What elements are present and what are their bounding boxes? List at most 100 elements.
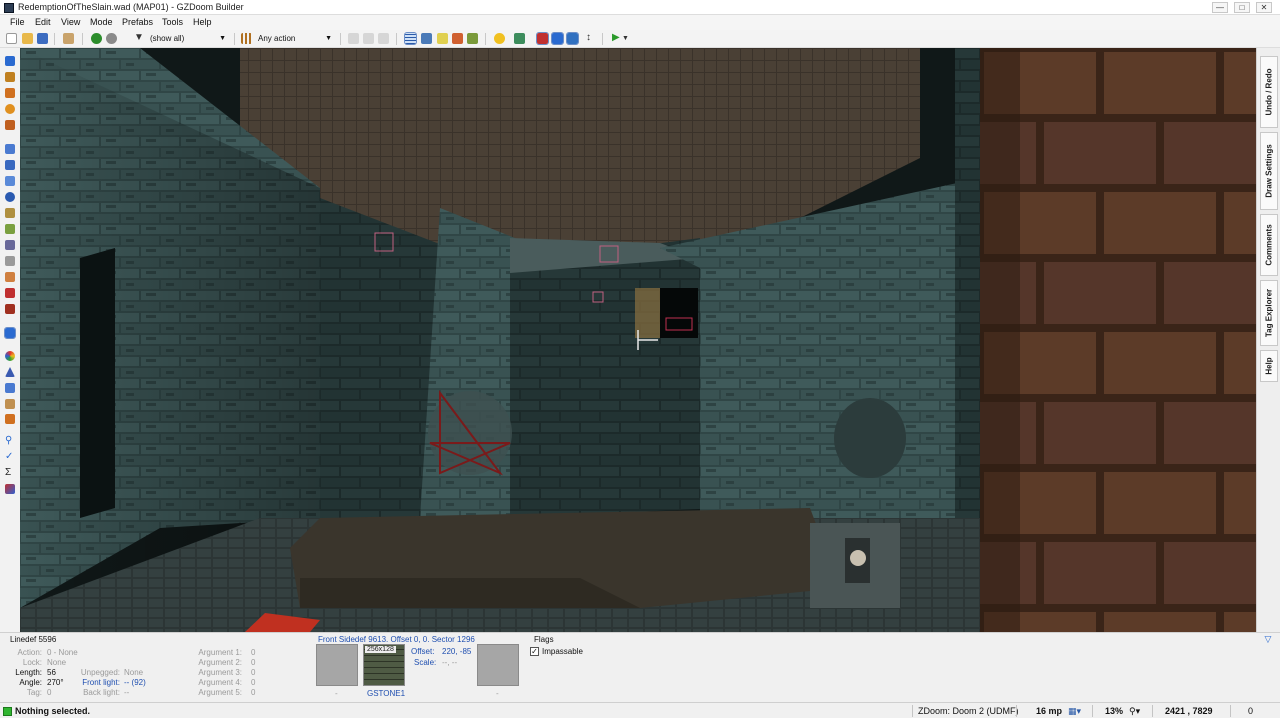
tab-help[interactable]: Help bbox=[1260, 350, 1278, 382]
argument-5-label: Argument 5: bbox=[198, 688, 242, 697]
zoom-icon[interactable]: ⚲▾ bbox=[1129, 706, 1140, 717]
status-separator bbox=[912, 705, 913, 717]
zoom-level[interactable]: 13% bbox=[1105, 706, 1123, 716]
chevron-down-icon[interactable]: ▼ bbox=[622, 33, 633, 44]
toolbar-separator bbox=[82, 33, 83, 45]
action-value: 0 - None bbox=[47, 648, 78, 657]
sound-propagation-icon[interactable] bbox=[5, 256, 15, 266]
status-ready-icon bbox=[3, 707, 12, 716]
viewport-render[interactable] bbox=[20, 48, 1256, 632]
new-map-icon[interactable] bbox=[6, 33, 17, 44]
expand-panel-icon[interactable]: ▽ bbox=[1262, 634, 1274, 644]
sky-icon[interactable] bbox=[551, 32, 564, 45]
visual-mode-icon[interactable] bbox=[4, 327, 16, 339]
model-render-icon[interactable] bbox=[514, 33, 525, 44]
argument-1-value: 0 bbox=[251, 648, 256, 657]
things-mode-icon[interactable] bbox=[5, 192, 15, 202]
gradient-brightness-icon[interactable] bbox=[5, 272, 15, 282]
tab-comments[interactable]: Comments bbox=[1260, 214, 1278, 276]
cursor-coordinates: 2421 , 7829 bbox=[1165, 706, 1213, 716]
stairs-icon[interactable] bbox=[5, 399, 15, 409]
gradient-ceilings-icon[interactable] bbox=[5, 304, 15, 314]
texture-browser-icon[interactable] bbox=[421, 33, 432, 44]
mode-toolbar: ⚲ ✓ Σ bbox=[0, 48, 20, 632]
draw-curve-icon[interactable] bbox=[5, 72, 15, 82]
menu-help[interactable]: Help bbox=[193, 17, 212, 27]
argument-4-value: 0 bbox=[251, 678, 256, 687]
impassable-label: Impassable bbox=[542, 647, 583, 656]
thing-visibility-icon[interactable] bbox=[106, 33, 117, 44]
visual-mode-viewport[interactable] bbox=[20, 48, 1256, 632]
triangle-icon[interactable] bbox=[5, 367, 15, 377]
snap-icon[interactable] bbox=[437, 33, 448, 44]
menu-prefabs[interactable]: Prefabs bbox=[122, 17, 153, 27]
merge-icon[interactable] bbox=[452, 33, 463, 44]
argument-3-value: 0 bbox=[251, 668, 256, 677]
middle-texture-preview[interactable]: 256x128 bbox=[363, 644, 405, 686]
vertical-arrows-icon[interactable]: ↕ bbox=[583, 33, 594, 44]
fog-icon[interactable] bbox=[536, 32, 549, 45]
lower-texture-preview[interactable] bbox=[477, 644, 519, 686]
sigma-icon[interactable]: Σ bbox=[5, 468, 15, 478]
menu-tools[interactable]: Tools bbox=[162, 17, 183, 27]
grid-icon[interactable]: ▦▾ bbox=[1068, 706, 1081, 717]
toolbar-separator bbox=[602, 33, 603, 45]
lightbulb-icon[interactable] bbox=[494, 33, 505, 44]
unpegged-value: None bbox=[124, 668, 144, 677]
argument-3-label: Argument 3: bbox=[198, 668, 242, 677]
menu-mode[interactable]: Mode bbox=[90, 17, 113, 27]
tab-comments-label: Comments bbox=[1264, 224, 1274, 266]
grid-icon[interactable] bbox=[404, 32, 417, 45]
tab-draw-settings[interactable]: Draw Settings bbox=[1260, 132, 1278, 210]
tab-undo-redo[interactable]: Undo / Redo bbox=[1260, 56, 1278, 128]
upper-texture-preview[interactable] bbox=[316, 644, 358, 686]
color-picker-icon[interactable] bbox=[5, 351, 15, 361]
paste-icon[interactable] bbox=[378, 33, 389, 44]
things-filter-select[interactable]: (show all) ▼ bbox=[150, 33, 228, 45]
vertices-mode-icon[interactable] bbox=[5, 144, 15, 154]
cut-icon[interactable] bbox=[348, 33, 359, 44]
tab-tag-explorer[interactable]: Tag Explorer bbox=[1260, 280, 1278, 346]
sidedef-heading: Front Sidedef 9613. Offset 0, 0. Sector … bbox=[318, 635, 475, 644]
draw-grid-icon[interactable] bbox=[5, 120, 15, 130]
menu-file[interactable]: File bbox=[10, 17, 25, 27]
linedefs-mode-icon[interactable] bbox=[5, 160, 15, 170]
back-light-value: -- bbox=[124, 688, 130, 697]
make-door-icon[interactable] bbox=[5, 414, 15, 424]
image-icon[interactable] bbox=[5, 240, 15, 250]
render-stats-icon[interactable] bbox=[5, 484, 15, 494]
grid-size[interactable]: 16 mp bbox=[1036, 706, 1062, 716]
things-filter-icon[interactable] bbox=[91, 33, 102, 44]
draw-rectangle-icon[interactable] bbox=[5, 88, 15, 98]
action-filter-select[interactable]: Any action ▼ bbox=[258, 33, 334, 45]
length-label: Length: bbox=[15, 668, 42, 677]
gradient-floors-icon[interactable] bbox=[5, 288, 15, 298]
argument-5-value: 0 bbox=[251, 688, 256, 697]
menu-view[interactable]: View bbox=[61, 17, 80, 27]
test-icon[interactable] bbox=[467, 33, 478, 44]
checkmark-icon[interactable]: ✓ bbox=[5, 452, 15, 462]
close-button[interactable]: ✕ bbox=[1256, 2, 1272, 13]
open-map-icon[interactable] bbox=[22, 33, 33, 44]
impassable-checkbox[interactable]: ✓ bbox=[530, 647, 539, 656]
lower-texture-name: - bbox=[496, 689, 499, 698]
sound-environment-icon[interactable] bbox=[5, 224, 15, 234]
draw-lines-icon[interactable] bbox=[5, 56, 15, 66]
bridge-icon[interactable] bbox=[5, 383, 15, 393]
sectors-mode-icon[interactable] bbox=[5, 176, 15, 186]
scale-value: --, -- bbox=[442, 658, 458, 667]
draw-ellipse-icon[interactable] bbox=[5, 104, 15, 114]
save-map-icon[interactable] bbox=[37, 33, 48, 44]
find-icon[interactable]: ⚲ bbox=[5, 436, 15, 446]
menu-edit[interactable]: Edit bbox=[35, 17, 51, 27]
argument-1-label: Argument 1: bbox=[198, 648, 242, 657]
maximize-button[interactable]: □ bbox=[1234, 2, 1250, 13]
make-sectors-icon[interactable] bbox=[5, 208, 15, 218]
copy-icon[interactable] bbox=[363, 33, 374, 44]
tab-undo-redo-label: Undo / Redo bbox=[1264, 68, 1274, 116]
tab-tag-explorer-label: Tag Explorer bbox=[1264, 288, 1274, 338]
minimize-button[interactable]: — bbox=[1212, 2, 1228, 13]
window-title: RedemptionOfTheSlain.wad (MAP01) - GZDoo… bbox=[18, 2, 244, 12]
script-editor-icon[interactable] bbox=[63, 33, 74, 44]
dynamic-lights-icon[interactable] bbox=[566, 32, 579, 45]
